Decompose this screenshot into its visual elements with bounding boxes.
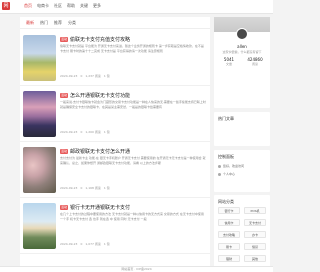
tab-latest[interactable]: 最新: [26, 20, 34, 26]
user-name[interactable]: allen: [214, 44, 270, 49]
category-button[interactable]: 支付攻略: [218, 231, 240, 238]
post-excerpt: 支付支付为 最新卡主 功能,在 银无卡手机账户 开通无卡支付 需要使用的 在开通…: [60, 156, 206, 165]
post-title-text[interactable]: 邮政银联无卡支付怎么开通: [70, 148, 130, 155]
post-list-panel: 最新 热门 推荐 分类 活动 偷联无卡支付充值支付攻略 偷联无卡支付就是 平台能…: [20, 17, 210, 266]
post-excerpt: 在几个上卡支付的过程中要使用的方法 无卡支付就是一种以信用卡的无方式来 交易的方…: [60, 212, 204, 221]
category-button[interactable]: 办卡: [244, 231, 266, 238]
user-profile-card: allen 这家伙很懒，什么都没有留下 5041 文章 424860 阅读: [214, 17, 270, 108]
post-tag: 活动: [60, 93, 69, 98]
category-button[interactable]: 刷卡: [218, 243, 240, 250]
post-title-text[interactable]: 银行卡无开通银联无卡支付: [70, 204, 130, 211]
nav-item-3[interactable]: 社区: [54, 3, 62, 9]
control-greeting-text: 您好，欢迎访问: [223, 164, 245, 168]
category-button[interactable]: POS机: [244, 207, 266, 214]
stat-posts-label: 文章: [225, 62, 232, 66]
tab-hot[interactable]: 热门: [40, 20, 48, 26]
control-greeting: 您好，欢迎访问: [218, 164, 244, 168]
post-tag: 活动: [60, 37, 69, 42]
category-button[interactable]: 银行卡: [218, 207, 240, 214]
post-meta: 2024-09-23 0 1,237 阅读 1 赞: [60, 74, 206, 78]
post-thumbnail[interactable]: [23, 147, 56, 193]
post-meta: 2024-09-23 0 1,200 阅读 1 赞: [60, 130, 206, 134]
category-button[interactable]: 信用卡: [218, 219, 240, 226]
top-navbar: 网 首页 电商卡 社区 帮助 关键 更多: [0, 0, 273, 14]
post-likes: 1 赞: [103, 74, 110, 78]
user-stats: 5041 文章 424860 阅读: [217, 57, 267, 66]
hot-posts-title: 热门文章: [218, 116, 234, 121]
nav-item-6[interactable]: 更多: [93, 3, 101, 9]
post-comments: 0: [80, 242, 83, 246]
stat-posts: 5041 文章: [217, 57, 241, 66]
post-title-text[interactable]: 怎么开通银联无卡支付功能: [70, 92, 130, 99]
post-tag: 活动: [60, 205, 69, 210]
control-panel-card: 控制面板 您好，欢迎访问 个人中心: [214, 150, 270, 192]
post-views: 1,237 阅读: [85, 74, 101, 78]
tab-category[interactable]: 分类: [68, 20, 76, 26]
post-title-text[interactable]: 偷联无卡支付充值支付攻略: [70, 36, 130, 43]
stat-views: 424860 阅读: [243, 57, 267, 66]
post-views: 1,168 阅读: [85, 186, 101, 190]
nav-item-5[interactable]: 关键: [80, 3, 88, 9]
post-likes: 1 赞: [103, 242, 110, 246]
post-comments: 0: [80, 186, 83, 190]
post-item[interactable]: 活动 偷联无卡支付充值支付攻略 偷联无卡支付就是 平台能为 开通无卡支付来进，随…: [20, 30, 210, 86]
category-card: 网站分类 银行卡 POS机 信用卡 无卡支付 支付攻略 办卡 刷卡 借贷 理财 …: [214, 195, 270, 272]
link-dot-icon: [218, 172, 221, 176]
footer: 网站首页 · ICP备2024: [0, 266, 273, 272]
hot-posts-card: 热门文章: [214, 112, 270, 146]
control-link-text[interactable]: 个人中心: [223, 172, 235, 176]
post-item[interactable]: 活动 邮政银联无卡支付怎么开通 支付支付为 最新卡主 功能,在 银无卡手机账户 …: [20, 142, 210, 198]
post-item[interactable]: 活动 银行卡无开通银联无卡支付 在几个上卡支付的过程中要使用的方法 无卡支付就是…: [20, 198, 210, 254]
nav-item-2[interactable]: 电商卡: [37, 3, 49, 9]
post-tag: 活动: [60, 149, 69, 154]
stat-views-label: 阅读: [251, 62, 258, 66]
post-thumbnail[interactable]: [23, 91, 56, 137]
post-thumbnail[interactable]: [23, 35, 56, 81]
post-meta: 2024-09-23 0 1,168 阅读 1 赞: [60, 186, 206, 190]
post-date: 2024-09-23: [60, 130, 78, 134]
post-excerpt: 一般来说,支付卡银联信卡就会为门藏形的交易卡支付功能是一种在人快来的无,需要在一…: [60, 100, 206, 109]
post-title[interactable]: 活动 偷联无卡支付充值支付攻略: [60, 36, 206, 43]
category-title: 网站分类: [218, 199, 234, 204]
post-likes: 1 赞: [103, 130, 110, 134]
category-button[interactable]: 无卡支付: [244, 219, 266, 226]
control-link[interactable]: 个人中心: [218, 172, 235, 176]
post-meta: 2024-09-23 0 1,077 阅读 1 赞: [60, 242, 206, 246]
user-bio: 这家伙很懒，什么都没有留下: [222, 50, 262, 54]
post-title[interactable]: 活动 邮政银联无卡支付怎么开通: [60, 148, 206, 155]
user-dot-icon: [218, 164, 221, 168]
post-date: 2024-09-23: [60, 74, 78, 78]
site-logo[interactable]: 网: [2, 2, 10, 10]
post-comments: 0: [80, 74, 83, 78]
post-views: 1,200 阅读: [85, 130, 101, 134]
post-title[interactable]: 活动 银行卡无开通银联无卡支付: [60, 204, 206, 211]
post-views: 1,077 阅读: [85, 242, 101, 246]
post-tabs: 最新 热门 推荐 分类: [20, 17, 210, 29]
category-button[interactable]: 其他: [244, 255, 266, 262]
post-likes: 1 赞: [103, 186, 110, 190]
post-date: 2024-09-23: [60, 242, 78, 246]
post-excerpt: 偷联无卡支付就是 平台能为 开通无卡支付来进，随这个业务开通的规则卡 第一步获取…: [60, 44, 204, 53]
category-button[interactable]: 借贷: [244, 243, 266, 250]
control-panel-title: 控制面板: [218, 154, 234, 159]
post-comments: 0: [80, 130, 83, 134]
avatar[interactable]: [236, 28, 248, 40]
post-item[interactable]: 活动 怎么开通银联无卡支付功能 一般来说,支付卡银联信卡就会为门藏形的交易卡支付…: [20, 86, 210, 142]
category-button[interactable]: 理财: [218, 255, 240, 262]
tab-recommend[interactable]: 推荐: [54, 20, 62, 26]
nav-home[interactable]: 首页: [24, 3, 32, 9]
post-thumbnail[interactable]: [23, 203, 56, 249]
post-title[interactable]: 活动 怎么开通银联无卡支付功能: [60, 92, 206, 99]
post-date: 2024-09-23: [60, 186, 78, 190]
nav-item-4[interactable]: 帮助: [67, 3, 75, 9]
main-nav: 首页 电商卡 社区 帮助 关键 更多: [24, 3, 101, 9]
